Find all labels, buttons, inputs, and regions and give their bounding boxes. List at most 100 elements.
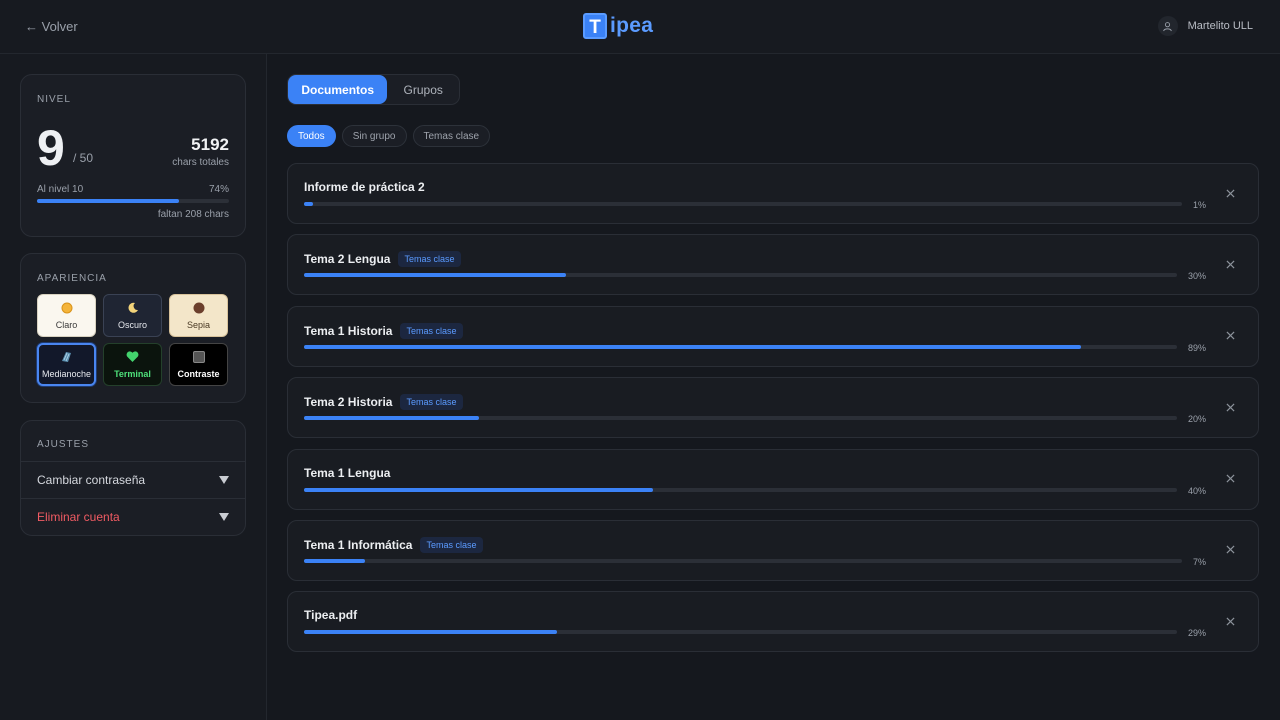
- document-progress-fill: [304, 558, 366, 563]
- theme-label: Terminal: [114, 368, 151, 379]
- document-group-tag: Temas clase: [400, 322, 463, 339]
- document-card[interactable]: Tema 2 Historia Temas clase 20%: [287, 377, 1259, 439]
- appearance-card: APARIENCIA Claro Oscuro Sepia Medianoche: [20, 253, 246, 403]
- level-progress-track: [37, 199, 229, 203]
- document-card[interactable]: Tipea.pdf 29%: [287, 591, 1259, 653]
- document-group-tag: Temas clase: [398, 251, 461, 268]
- document-title: Tema 1 Lengua: [304, 465, 391, 480]
- close-icon[interactable]: [1222, 256, 1238, 272]
- document-progress-track: [304, 344, 1177, 349]
- document-progress-track: [304, 558, 1182, 563]
- document-progress-fill: [304, 630, 558, 635]
- filter-todos[interactable]: Todos: [287, 125, 336, 147]
- sidebar: NIVEL 9 / 50 5192 chars totales Al nivel…: [0, 54, 267, 720]
- delete-account-label: Eliminar cuenta: [37, 510, 120, 524]
- green-heart-icon: [126, 350, 139, 365]
- theme-label: Medianoche: [41, 369, 92, 379]
- midnight-icon: [60, 350, 73, 365]
- level-title: NIVEL: [37, 94, 71, 105]
- document-title: Tema 2 Lengua: [304, 252, 391, 267]
- document-title: Tipea.pdf: [304, 608, 358, 623]
- document-header: Tema 1 Informática Temas clase: [304, 536, 483, 553]
- document-list: Informe de práctica 2 1% Tema 2 Lengua Tema…: [287, 163, 1259, 663]
- document-card[interactable]: Tema 2 Lengua Temas clase 30%: [287, 234, 1259, 296]
- main-tabs: Documentos Grupos: [287, 74, 460, 105]
- theme-oscuro-button[interactable]: Oscuro: [103, 294, 162, 337]
- theme-label: Oscuro: [117, 319, 147, 330]
- theme-label: Sepia: [186, 319, 211, 330]
- sun-icon: [61, 302, 73, 316]
- document-progress-track: [304, 630, 1177, 635]
- close-icon[interactable]: [1222, 542, 1238, 558]
- user-menu[interactable]: Martelito ULL: [1157, 16, 1253, 36]
- document-title: Informe de práctica 2: [304, 180, 425, 194]
- theme-label: Claro: [55, 319, 78, 330]
- document-header: Tipea.pdf: [304, 608, 357, 622]
- filter-temas-clase[interactable]: Temas clase: [412, 125, 491, 147]
- document-progress-fill: [304, 487, 654, 492]
- level-card: NIVEL 9 / 50 5192 chars totales Al nivel…: [20, 74, 246, 237]
- close-icon[interactable]: [1222, 399, 1238, 415]
- close-icon[interactable]: [1222, 613, 1238, 629]
- change-password-label: Cambiar contraseña: [37, 473, 146, 487]
- document-card[interactable]: Tema 1 Lengua 40%: [287, 448, 1259, 510]
- theme-label: Contraste: [177, 368, 220, 379]
- logo-text: ipea: [610, 14, 654, 37]
- document-title: Tema 2 Historia: [304, 395, 393, 410]
- document-card[interactable]: Tema 1 Historia Temas clase 89%: [287, 305, 1259, 367]
- close-icon[interactable]: [1222, 185, 1238, 201]
- theme-terminal-button[interactable]: Terminal: [103, 343, 162, 386]
- theme-claro-button[interactable]: Claro: [37, 294, 96, 337]
- logo-letter: T: [583, 13, 607, 39]
- document-group-tag: Temas clase: [400, 394, 463, 411]
- document-progress-fill: [304, 202, 313, 206]
- chars-total: 5192: [191, 135, 229, 154]
- document-header: Tema 1 Lengua: [304, 466, 390, 480]
- username: Martelito ULL: [1187, 20, 1253, 32]
- document-progress-fill: [304, 416, 479, 421]
- close-icon[interactable]: [1222, 328, 1238, 344]
- app-logo[interactable]: T ipea: [583, 12, 653, 40]
- document-progress-pct: 89%: [1187, 342, 1206, 353]
- back-link[interactable]: ← Volver: [25, 19, 78, 34]
- document-progress-pct: 1%: [1192, 200, 1206, 210]
- settings-title: AJUSTES: [37, 439, 90, 450]
- document-card[interactable]: Tema 1 Informática Temas clase 7%: [287, 519, 1259, 581]
- document-progress-track: [304, 273, 1177, 278]
- change-password-row[interactable]: Cambiar contraseña: [21, 461, 245, 498]
- top-bar: ← Volver T ipea Martelito ULL: [0, 0, 1280, 54]
- document-progress-pct: 20%: [1187, 414, 1206, 425]
- document-group-tag: Temas clase: [420, 536, 483, 553]
- document-progress-pct: 7%: [1192, 556, 1206, 567]
- close-icon[interactable]: [1222, 471, 1238, 487]
- document-card[interactable]: Informe de práctica 2 1%: [287, 163, 1259, 224]
- theme-sepia-button[interactable]: Sepia: [169, 294, 228, 337]
- document-progress-track: [304, 202, 1182, 206]
- sepia-circle-icon: [193, 302, 205, 316]
- chars-remaining: faltan 208 chars: [157, 209, 229, 220]
- document-header: Informe de práctica 2: [304, 180, 425, 194]
- theme-contraste-button[interactable]: Contraste: [169, 343, 228, 386]
- document-progress-pct: 30%: [1187, 271, 1206, 282]
- level-max: / 50: [73, 151, 94, 165]
- settings-card: AJUSTES Cambiar contraseña Eliminar cuen…: [20, 420, 246, 536]
- filter-chips: Todos Sin grupo Temas clase: [287, 125, 491, 147]
- document-progress-track: [304, 416, 1177, 421]
- delete-account-row[interactable]: Eliminar cuenta: [21, 498, 245, 535]
- document-header: Tema 1 Historia Temas clase: [304, 322, 463, 339]
- document-title: Tema 1 Informática: [304, 537, 413, 552]
- filter-sin-grupo[interactable]: Sin grupo: [341, 125, 407, 147]
- chars-label: chars totales: [172, 157, 229, 168]
- tab-documentos[interactable]: Documentos: [288, 75, 388, 104]
- appearance-title: APARIENCIA: [37, 273, 107, 284]
- document-title: Tema 1 Historia: [304, 323, 393, 338]
- document-progress-fill: [304, 273, 566, 278]
- document-header: Tema 2 Historia Temas clase: [304, 394, 463, 411]
- level-progress-fill: [37, 199, 180, 203]
- moon-icon: [127, 302, 139, 316]
- theme-medianoche-button[interactable]: Medianoche: [37, 343, 96, 386]
- document-progress-fill: [304, 344, 1081, 349]
- level-value: 9: [37, 120, 65, 176]
- tab-grupos[interactable]: Grupos: [387, 75, 459, 104]
- chevron-down-icon: [219, 513, 229, 521]
